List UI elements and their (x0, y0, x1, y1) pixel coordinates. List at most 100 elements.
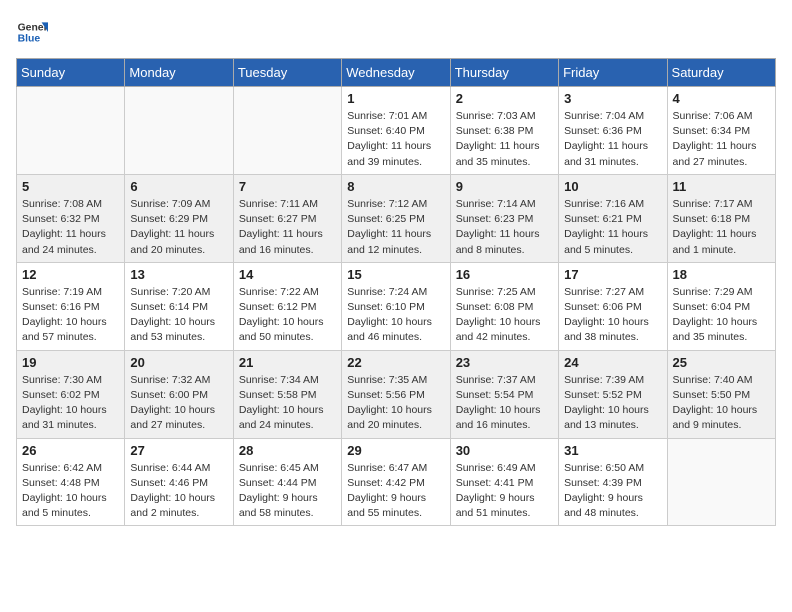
day-info: Sunrise: 6:42 AM Sunset: 4:48 PM Dayligh… (22, 461, 119, 522)
calendar-cell (233, 87, 341, 175)
calendar-cell: 10 Sunrise: 7:16 AM Sunset: 6:21 PM Dayli… (559, 174, 667, 262)
day-number: 12 (22, 267, 119, 282)
calendar-cell: 4 Sunrise: 7:06 AM Sunset: 6:34 PM Daylig… (667, 87, 775, 175)
day-info: Sunrise: 7:35 AM Sunset: 5:56 PM Dayligh… (347, 373, 444, 434)
calendar-cell: 12 Sunrise: 7:19 AM Sunset: 6:16 PM Dayli… (17, 262, 125, 350)
calendar-cell (17, 87, 125, 175)
day-info: Sunrise: 7:16 AM Sunset: 6:21 PM Dayligh… (564, 197, 661, 258)
day-of-week-header: Tuesday (233, 59, 341, 87)
day-number: 1 (347, 91, 444, 106)
calendar-cell: 31Sunrise: 6:50 AM Sunset: 4:39 PM Dayli… (559, 438, 667, 526)
day-number: 24 (564, 355, 661, 370)
day-info: Sunrise: 7:40 AM Sunset: 5:50 PM Dayligh… (673, 373, 770, 434)
calendar-cell: 5 Sunrise: 7:08 AM Sunset: 6:32 PM Daylig… (17, 174, 125, 262)
day-number: 4 (673, 91, 770, 106)
calendar-cell: 20 Sunrise: 7:32 AM Sunset: 6:00 PM Dayli… (125, 350, 233, 438)
day-number: 9 (456, 179, 553, 194)
calendar-cell: 26 Sunrise: 6:42 AM Sunset: 4:48 PM Dayli… (17, 438, 125, 526)
calendar-cell: 18 Sunrise: 7:29 AM Sunset: 6:04 PM Dayli… (667, 262, 775, 350)
calendar-cell: 2Sunrise: 7:03 AM Sunset: 6:38 PM Daylig… (450, 87, 558, 175)
day-number: 8 (347, 179, 444, 194)
day-number: 15 (347, 267, 444, 282)
day-of-week-header: Saturday (667, 59, 775, 87)
day-info: Sunrise: 6:45 AM Sunset: 4:44 PM Dayligh… (239, 461, 336, 522)
calendar-week-row: 5 Sunrise: 7:08 AM Sunset: 6:32 PM Daylig… (17, 174, 776, 262)
day-of-week-header: Thursday (450, 59, 558, 87)
day-of-week-header: Monday (125, 59, 233, 87)
calendar-cell: 17 Sunrise: 7:27 AM Sunset: 6:06 PM Dayli… (559, 262, 667, 350)
day-number: 27 (130, 443, 227, 458)
calendar-cell: 16Sunrise: 7:25 AM Sunset: 6:08 PM Dayli… (450, 262, 558, 350)
day-info: Sunrise: 7:12 AM Sunset: 6:25 PM Dayligh… (347, 197, 444, 258)
logo: General Blue (16, 16, 48, 48)
calendar-cell: 11 Sunrise: 7:17 AM Sunset: 6:18 PM Dayli… (667, 174, 775, 262)
day-number: 21 (239, 355, 336, 370)
calendar-cell: 14 Sunrise: 7:22 AM Sunset: 6:12 PM Dayli… (233, 262, 341, 350)
day-number: 11 (673, 179, 770, 194)
day-info: Sunrise: 7:03 AM Sunset: 6:38 PM Dayligh… (456, 109, 553, 170)
calendar-cell: 15 Sunrise: 7:24 AM Sunset: 6:10 PM Dayli… (342, 262, 450, 350)
day-info: Sunrise: 7:06 AM Sunset: 6:34 PM Dayligh… (673, 109, 770, 170)
day-number: 14 (239, 267, 336, 282)
calendar-week-row: 1 Sunrise: 7:01 AM Sunset: 6:40 PM Daylig… (17, 87, 776, 175)
day-info: Sunrise: 7:32 AM Sunset: 6:00 PM Dayligh… (130, 373, 227, 434)
day-info: Sunrise: 7:29 AM Sunset: 6:04 PM Dayligh… (673, 285, 770, 346)
calendar-table: SundayMondayTuesdayWednesdayThursdayFrid… (16, 58, 776, 526)
day-number: 3 (564, 91, 661, 106)
day-number: 25 (673, 355, 770, 370)
day-info: Sunrise: 7:39 AM Sunset: 5:52 PM Dayligh… (564, 373, 661, 434)
calendar-header-row: SundayMondayTuesdayWednesdayThursdayFrid… (17, 59, 776, 87)
calendar-cell: 6Sunrise: 7:09 AM Sunset: 6:29 PM Daylig… (125, 174, 233, 262)
calendar-cell: 21Sunrise: 7:34 AM Sunset: 5:58 PM Dayli… (233, 350, 341, 438)
day-info: Sunrise: 7:11 AM Sunset: 6:27 PM Dayligh… (239, 197, 336, 258)
day-info: Sunrise: 7:09 AM Sunset: 6:29 PM Dayligh… (130, 197, 227, 258)
day-number: 13 (130, 267, 227, 282)
day-of-week-header: Sunday (17, 59, 125, 87)
day-info: Sunrise: 7:20 AM Sunset: 6:14 PM Dayligh… (130, 285, 227, 346)
calendar-week-row: 26 Sunrise: 6:42 AM Sunset: 4:48 PM Dayli… (17, 438, 776, 526)
day-number: 17 (564, 267, 661, 282)
day-number: 7 (239, 179, 336, 194)
calendar-cell: 29 Sunrise: 6:47 AM Sunset: 4:42 PM Dayli… (342, 438, 450, 526)
day-of-week-header: Friday (559, 59, 667, 87)
day-number: 31 (564, 443, 661, 458)
day-info: Sunrise: 6:47 AM Sunset: 4:42 PM Dayligh… (347, 461, 444, 522)
day-info: Sunrise: 7:27 AM Sunset: 6:06 PM Dayligh… (564, 285, 661, 346)
day-number: 18 (673, 267, 770, 282)
day-number: 29 (347, 443, 444, 458)
day-info: Sunrise: 7:19 AM Sunset: 6:16 PM Dayligh… (22, 285, 119, 346)
page-header: General Blue (16, 16, 776, 48)
calendar-cell: 3 Sunrise: 7:04 AM Sunset: 6:36 PM Daylig… (559, 87, 667, 175)
day-number: 10 (564, 179, 661, 194)
day-info: Sunrise: 7:25 AM Sunset: 6:08 PM Dayligh… (456, 285, 553, 346)
calendar-cell: 22Sunrise: 7:35 AM Sunset: 5:56 PM Dayli… (342, 350, 450, 438)
calendar-cell: 23 Sunrise: 7:37 AM Sunset: 5:54 PM Dayli… (450, 350, 558, 438)
calendar-cell (125, 87, 233, 175)
day-info: Sunrise: 7:37 AM Sunset: 5:54 PM Dayligh… (456, 373, 553, 434)
calendar-cell: 19Sunrise: 7:30 AM Sunset: 6:02 PM Dayli… (17, 350, 125, 438)
day-info: Sunrise: 7:14 AM Sunset: 6:23 PM Dayligh… (456, 197, 553, 258)
day-info: Sunrise: 7:08 AM Sunset: 6:32 PM Dayligh… (22, 197, 119, 258)
day-info: Sunrise: 7:04 AM Sunset: 6:36 PM Dayligh… (564, 109, 661, 170)
logo-icon: General Blue (16, 16, 48, 48)
day-info: Sunrise: 7:22 AM Sunset: 6:12 PM Dayligh… (239, 285, 336, 346)
calendar-cell (667, 438, 775, 526)
day-info: Sunrise: 7:30 AM Sunset: 6:02 PM Dayligh… (22, 373, 119, 434)
calendar-cell: 7 Sunrise: 7:11 AM Sunset: 6:27 PM Daylig… (233, 174, 341, 262)
day-number: 26 (22, 443, 119, 458)
day-info: Sunrise: 7:17 AM Sunset: 6:18 PM Dayligh… (673, 197, 770, 258)
calendar-week-row: 12 Sunrise: 7:19 AM Sunset: 6:16 PM Dayli… (17, 262, 776, 350)
day-number: 28 (239, 443, 336, 458)
day-number: 5 (22, 179, 119, 194)
calendar-week-row: 19Sunrise: 7:30 AM Sunset: 6:02 PM Dayli… (17, 350, 776, 438)
calendar-cell: 25 Sunrise: 7:40 AM Sunset: 5:50 PM Dayli… (667, 350, 775, 438)
day-number: 20 (130, 355, 227, 370)
day-info: Sunrise: 6:44 AM Sunset: 4:46 PM Dayligh… (130, 461, 227, 522)
calendar-cell: 1 Sunrise: 7:01 AM Sunset: 6:40 PM Daylig… (342, 87, 450, 175)
svg-text:Blue: Blue (18, 34, 41, 45)
calendar-cell: 8 Sunrise: 7:12 AM Sunset: 6:25 PM Daylig… (342, 174, 450, 262)
day-info: Sunrise: 7:01 AM Sunset: 6:40 PM Dayligh… (347, 109, 444, 170)
day-info: Sunrise: 7:24 AM Sunset: 6:10 PM Dayligh… (347, 285, 444, 346)
calendar-cell: 9 Sunrise: 7:14 AM Sunset: 6:23 PM Daylig… (450, 174, 558, 262)
day-number: 23 (456, 355, 553, 370)
